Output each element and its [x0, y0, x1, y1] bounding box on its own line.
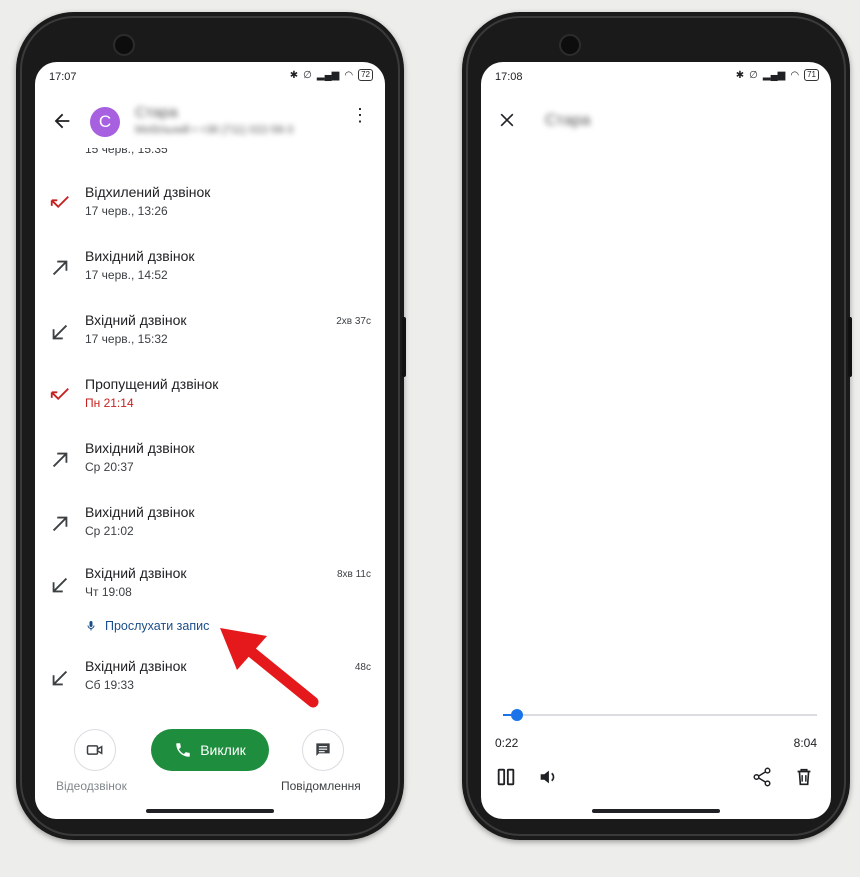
signal-icon: ▂▄▆: [762, 69, 786, 81]
wifi-icon: ◠: [344, 69, 354, 81]
call-label: Виклик: [200, 742, 246, 758]
battery-icon: 71: [804, 69, 819, 81]
delete-icon[interactable]: [793, 766, 815, 788]
call-row[interactable]: Вхідний дзвінок Чт 19:08 8хв 11с: [35, 561, 385, 609]
share-icon[interactable]: [751, 766, 773, 788]
battery-icon: 72: [358, 69, 373, 81]
video-camera-icon: [86, 745, 103, 755]
left-screen: 17:07 ✱ ∅ ▂▄▆ ◠ 72 C Стара Мобільний • +…: [35, 62, 385, 819]
seekbar-knob[interactable]: [511, 709, 524, 721]
mute-icon: ∅: [749, 69, 758, 81]
status-time: 17:08: [495, 71, 523, 83]
side-button: [848, 317, 852, 377]
call-row[interactable]: Пропущений дзвінок Пн 21:14: [35, 372, 385, 420]
video-call-button[interactable]: [74, 729, 116, 771]
side-button: [402, 317, 406, 377]
front-camera: [559, 34, 581, 56]
call-row[interactable]: Вихідний дзвінок Ср 21:02: [35, 500, 385, 548]
outgoing-call-icon: [52, 516, 68, 532]
call-type: Вхідний дзвінок: [85, 658, 187, 674]
declined-call-icon: [50, 196, 69, 209]
wifi-icon: ◠: [790, 69, 800, 81]
partial-row-time: 15 черв., 15:35: [85, 148, 168, 156]
more-menu-icon[interactable]: ⋮: [351, 106, 369, 124]
back-arrow-icon[interactable]: [51, 110, 73, 132]
message-button[interactable]: [302, 729, 344, 771]
pause-icon[interactable]: [495, 766, 517, 788]
incoming-call-icon: [52, 324, 68, 340]
phone-icon: [176, 743, 190, 757]
outgoing-call-icon: [52, 260, 68, 276]
call-type: Вихідний дзвінок: [85, 440, 195, 456]
current-time: 0:22: [495, 736, 519, 750]
call-row[interactable]: Вихідний дзвінок 17 черв., 14:52: [35, 244, 385, 292]
call-time: 17 черв., 14:52: [85, 268, 168, 282]
playback-seekbar[interactable]: [503, 709, 817, 721]
status-bar: 17:07 ✱ ∅ ▂▄▆ ◠ 72: [35, 62, 385, 94]
call-row[interactable]: Відхилений дзвінок 17 черв., 13:26: [35, 180, 385, 228]
call-type: Відхилений дзвінок: [85, 184, 211, 200]
message-label: Повідомлення: [281, 779, 361, 793]
call-button[interactable]: Виклик: [151, 729, 269, 771]
status-bar: 17:08 ✱ ∅ ▂▄▆ ◠ 71: [481, 62, 831, 94]
recording-title: Стара: [545, 112, 591, 129]
call-row[interactable]: Вхідний дзвінок 17 черв., 15:32 2хв 37с: [35, 308, 385, 356]
bottom-actions: Виклик Відеодзвінок Повідомлення: [35, 715, 385, 819]
call-duration: 8хв 11с: [336, 569, 371, 580]
right-phone: 17:08 ✱ ∅ ▂▄▆ ◠ 71 Стара 0:22 8:04: [462, 12, 852, 840]
arrow-shaft: [243, 644, 319, 708]
call-time: Ср 21:02: [85, 524, 134, 538]
call-type: Пропущений дзвінок: [85, 376, 219, 392]
incoming-call-icon: [52, 670, 68, 686]
call-time: Сб 19:33: [85, 678, 134, 692]
call-time: Ср 20:37: [85, 460, 134, 474]
mute-icon: ∅: [303, 69, 312, 81]
status-icons: ✱ ∅ ▂▄▆ ◠ 71: [736, 69, 819, 81]
left-phone: 17:07 ✱ ∅ ▂▄▆ ◠ 72 C Стара Мобільний • +…: [16, 12, 406, 840]
bluetooth-icon: ✱: [289, 69, 299, 81]
close-icon[interactable]: [497, 110, 517, 130]
call-time: Пн 21:14: [85, 396, 134, 410]
volume-icon[interactable]: [537, 766, 559, 788]
call-type: Вихідний дзвінок: [85, 248, 195, 264]
incoming-call-icon: [52, 577, 68, 593]
outgoing-call-icon: [52, 452, 68, 468]
call-duration: 2хв 37с: [336, 316, 371, 327]
microphone-icon: [87, 621, 95, 631]
front-camera: [113, 34, 135, 56]
call-time: Чт 19:08: [85, 585, 132, 599]
listen-label: Прослухати запис: [105, 619, 210, 633]
status-icons: ✱ ∅ ▂▄▆ ◠ 72: [290, 69, 373, 81]
missed-call-icon: [50, 388, 69, 401]
call-type: Вихідний дзвінок: [85, 504, 195, 520]
listen-recording-link[interactable]: Прослухати запис: [85, 619, 209, 633]
call-time: 17 черв., 13:26: [85, 204, 168, 218]
gesture-bar: [146, 809, 274, 813]
avatar[interactable]: C: [90, 107, 120, 137]
call-row[interactable]: Вихідний дзвінок Ср 20:37: [35, 436, 385, 484]
signal-icon: ▂▄▆: [316, 69, 340, 81]
bluetooth-icon: ✱: [735, 69, 745, 81]
message-icon: [316, 743, 330, 756]
call-type: Вхідний дзвінок: [85, 312, 187, 328]
call-duration: 48с: [354, 662, 371, 673]
status-time: 17:07: [49, 71, 77, 83]
video-call-label: Відеодзвінок: [56, 779, 127, 793]
contact-detail: Мобільний • +38 (711) 022-58-3: [135, 124, 294, 136]
call-row[interactable]: Вхідний дзвінок Сб 19:33 48с: [35, 654, 385, 702]
call-type: Вхідний дзвінок: [85, 565, 187, 581]
call-time: 17 черв., 15:32: [85, 332, 168, 346]
gesture-bar: [592, 809, 720, 813]
contact-name: Стара: [135, 104, 178, 121]
right-screen: 17:08 ✱ ∅ ▂▄▆ ◠ 71 Стара 0:22 8:04: [481, 62, 831, 819]
total-time: 8:04: [793, 736, 817, 750]
annotation-arrow: [220, 628, 319, 708]
